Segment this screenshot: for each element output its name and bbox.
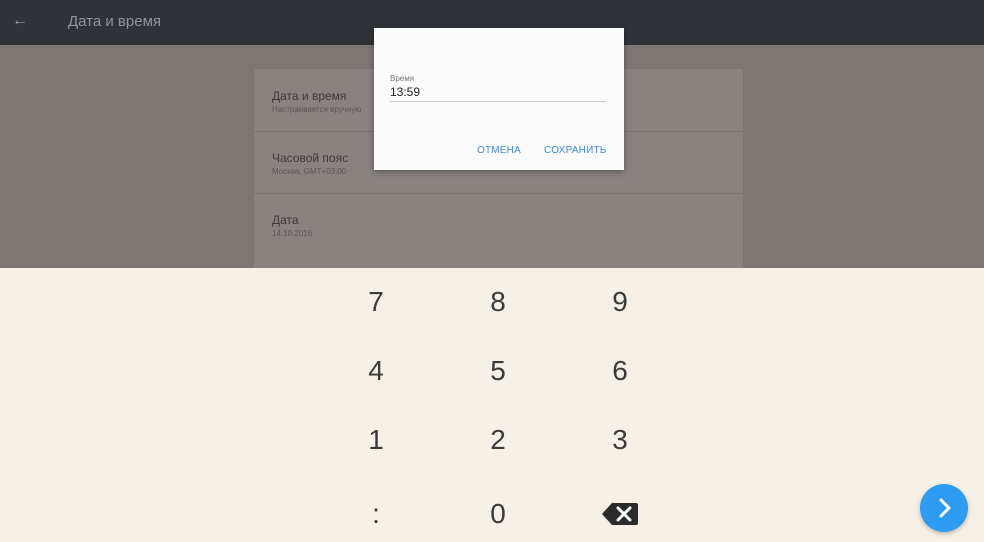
chevron-right-icon <box>939 498 951 518</box>
time-field-label: Время <box>390 74 415 83</box>
key-2[interactable]: 2 <box>458 412 538 468</box>
setting-date[interactable]: Дата 14.10.2016 <box>254 193 743 255</box>
key-1[interactable]: 1 <box>336 412 416 468</box>
cancel-button[interactable]: ОТМЕНА <box>477 145 521 156</box>
setting-subtitle: 14.10.2016 <box>272 229 313 238</box>
time-input-underline <box>390 101 606 102</box>
setting-title: Дата и время <box>272 89 347 103</box>
key-0[interactable]: 0 <box>458 486 538 542</box>
key-colon[interactable]: : <box>336 486 416 542</box>
next-button[interactable] <box>920 484 968 532</box>
time-input[interactable]: 13:59 <box>390 85 420 99</box>
key-5[interactable]: 5 <box>458 343 538 399</box>
key-3[interactable]: 3 <box>580 412 660 468</box>
key-6[interactable]: 6 <box>580 343 660 399</box>
back-arrow-icon[interactable]: ← <box>10 11 30 31</box>
key-7[interactable]: 7 <box>336 274 416 330</box>
setting-title: Часовой пояс <box>272 151 349 165</box>
numeric-keyboard: 7 8 9 4 5 6 1 2 3 : 0 <box>0 268 984 540</box>
setting-subtitle: Москва, GMT+03:00 <box>272 167 347 176</box>
setting-title: Дата <box>272 213 299 227</box>
key-4[interactable]: 4 <box>336 343 416 399</box>
key-9[interactable]: 9 <box>580 274 660 330</box>
save-button[interactable]: СОХРАНИТЬ <box>544 145 607 156</box>
setting-subtitle: Настраивается вручную <box>272 105 362 114</box>
page-title: Дата и время <box>68 13 162 30</box>
backspace-icon[interactable] <box>600 499 640 529</box>
time-dialog: Время 13:59 ОТМЕНА СОХРАНИТЬ <box>374 28 624 170</box>
key-8[interactable]: 8 <box>458 274 538 330</box>
